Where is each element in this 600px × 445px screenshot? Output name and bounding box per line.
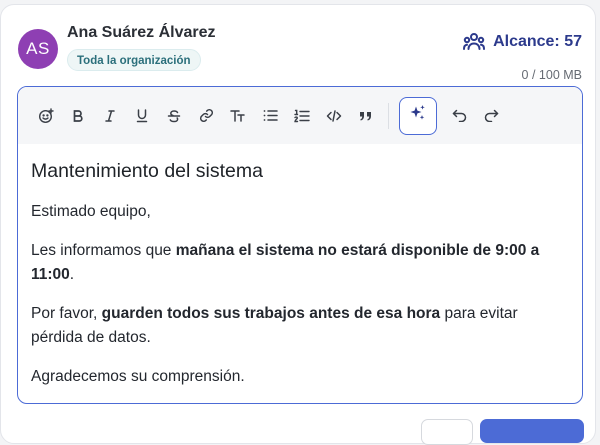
redo-icon[interactable] bbox=[475, 100, 507, 132]
editor-toolbar bbox=[18, 87, 582, 144]
emoji-icon[interactable] bbox=[30, 100, 62, 132]
rich-text-editor[interactable]: Mantenimiento del sistema Estimado equip… bbox=[17, 86, 583, 404]
secondary-action-button[interactable] bbox=[421, 419, 473, 445]
reach-indicator: Alcance: 57 bbox=[463, 32, 582, 52]
audience-badge[interactable]: Toda la organización bbox=[67, 49, 201, 71]
p1-text-start: Les informamos que bbox=[31, 242, 176, 259]
p2-text-start: Por favor, bbox=[31, 305, 102, 322]
code-icon[interactable] bbox=[318, 100, 350, 132]
numbered-list-icon[interactable] bbox=[286, 100, 318, 132]
toolbar-divider bbox=[388, 102, 389, 129]
undo-icon[interactable] bbox=[443, 100, 475, 132]
bullet-list-icon[interactable] bbox=[254, 100, 286, 132]
post-composer-card: AS Ana Suárez Álvarez Toda la organizaci… bbox=[0, 4, 596, 445]
editor-content[interactable]: Mantenimiento del sistema Estimado equip… bbox=[18, 144, 582, 389]
p2-text-bold: guarden todos sus trabajos antes de esa … bbox=[101, 305, 441, 322]
italic-icon[interactable] bbox=[94, 100, 126, 132]
author-name: Ana Suárez Álvarez bbox=[67, 24, 216, 41]
strikethrough-icon[interactable] bbox=[158, 100, 190, 132]
storage-usage: 0 / 100 MB bbox=[521, 68, 582, 82]
message-title: Mantenimiento del sistema bbox=[31, 160, 263, 182]
message-closing: Agradecemos su comprensión. bbox=[31, 368, 245, 385]
text-size-icon[interactable] bbox=[222, 100, 254, 132]
link-icon[interactable] bbox=[190, 100, 222, 132]
avatar: AS bbox=[18, 29, 58, 69]
message-paragraph-2: Por favor, guarden todos sus trabajos an… bbox=[31, 302, 569, 350]
underline-icon[interactable] bbox=[126, 100, 158, 132]
reach-label: Alcance: 57 bbox=[493, 33, 582, 50]
message-greeting: Estimado equipo, bbox=[31, 203, 151, 220]
ai-sparkle-icon bbox=[409, 104, 427, 127]
bold-icon[interactable] bbox=[62, 100, 94, 132]
ai-assist-button[interactable] bbox=[399, 96, 437, 135]
p1-text-end: . bbox=[69, 266, 75, 283]
quote-icon[interactable] bbox=[350, 100, 382, 132]
primary-action-button[interactable] bbox=[480, 419, 584, 443]
users-icon bbox=[463, 32, 486, 52]
message-paragraph-1: Les informamos que mañana el sistema no … bbox=[31, 239, 569, 287]
